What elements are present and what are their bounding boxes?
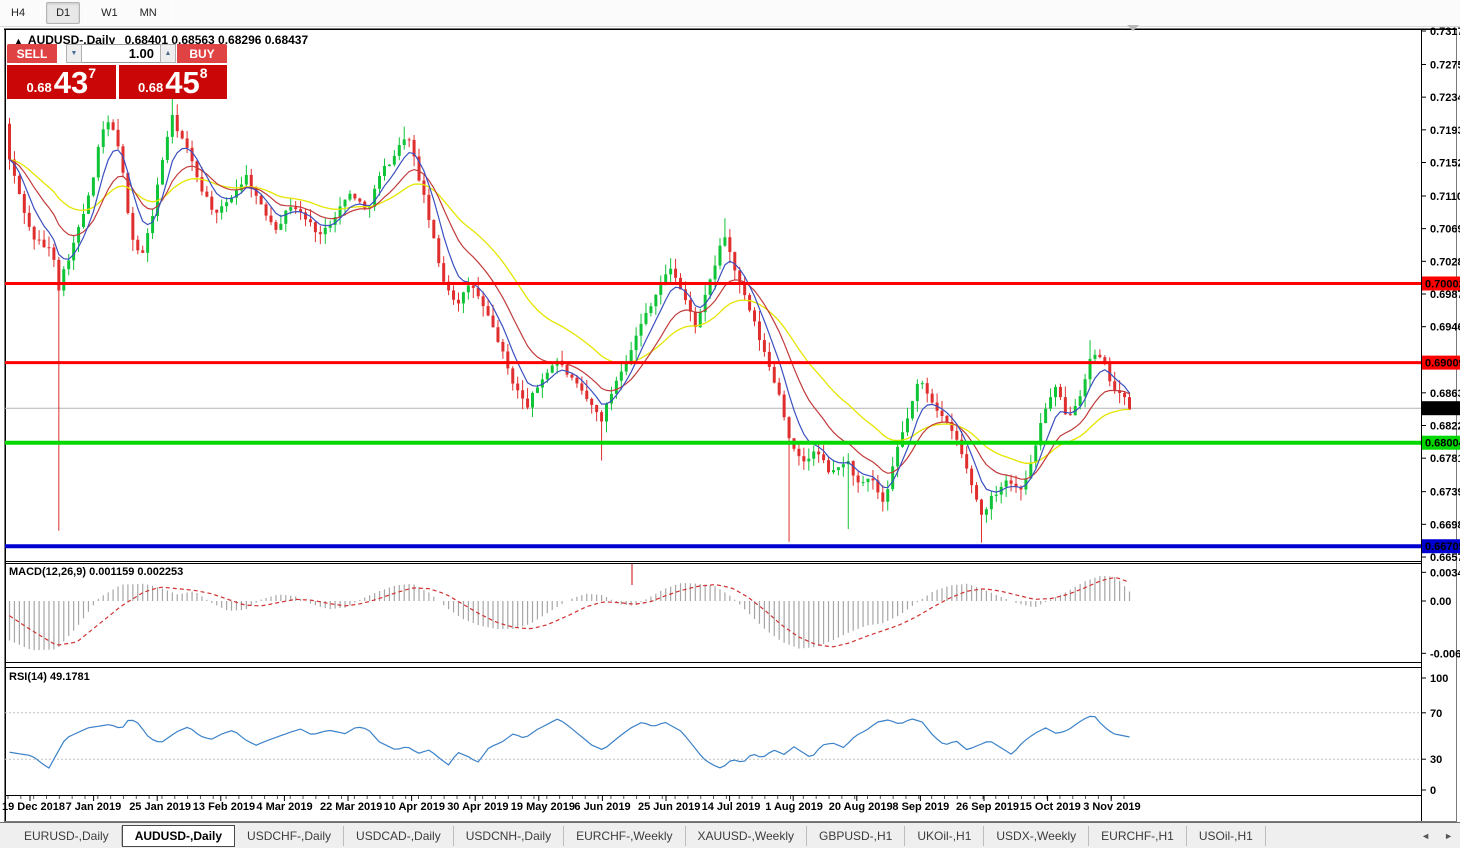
rsi-axis-label: 70 [1430, 708, 1442, 720]
date-axis-label: 3 Nov 2019 [1083, 801, 1140, 813]
volume-decrease-button[interactable]: ▼ [66, 44, 82, 63]
time-scale[interactable]: 19 Dec 20187 Jan 2019 25 Jan 201913 Feb 2… [2, 796, 1141, 813]
tab-scroll-left-button[interactable]: ◄ [1414, 829, 1437, 843]
tab-eurchf-h1[interactable]: EURCHF-,H1 [1089, 826, 1187, 846]
date-axis-label: 1 Aug 2019 [765, 801, 823, 813]
date-axis-label: 7 Jan 2019 [66, 801, 122, 813]
macd-label: MACD(12,26,9) 0.001159 0.002253 [9, 566, 183, 578]
macd-axis-label: 0.00 [1430, 596, 1451, 608]
volume-stepper: ▼ ▲ [66, 44, 176, 63]
tab-usdcad-daily[interactable]: USDCAD-,Daily [344, 826, 454, 846]
date-axis-label: 6 Jun 2019 [574, 801, 630, 813]
sell-price-prefix: 0.68 [26, 80, 51, 95]
date-axis-label: 30 Apr 2019 [447, 801, 508, 813]
date-axis-label: 15 Oct 2019 [1020, 801, 1081, 813]
sell-button[interactable]: SELL [7, 44, 57, 63]
date-axis-label: 26 Sep 2019 [956, 801, 1019, 813]
rsi-axis-label: 100 [1430, 673, 1448, 685]
sell-price-sup: 7 [88, 65, 96, 81]
date-axis-label: 14 Jul 2019 [702, 801, 761, 813]
tab-usdcnh-daily[interactable]: USDCNH-,Daily [454, 826, 564, 846]
tab-gbpusd-h1[interactable]: GBPUSD-,H1 [807, 826, 905, 846]
date-axis-label: 25 Jan 2019 [129, 801, 191, 813]
tab-usdchf-daily[interactable]: USDCHF-,Daily [235, 826, 344, 846]
mt4-window: H4D1W1MN 0.731700.727500.723400.719300.7… [0, 0, 1460, 848]
date-axis-label: 4 Mar 2019 [256, 801, 312, 813]
date-axis-label: 20 Aug 2019 [829, 801, 893, 813]
tab-usdx-weekly[interactable]: USDX-,Weekly [984, 826, 1089, 846]
sell-price-big: 43 [54, 69, 88, 97]
main-plot-area[interactable] [5, 30, 1421, 561]
tab-usoil-h1[interactable]: USOil-,H1 [1187, 826, 1266, 846]
rsi-plot-area[interactable] [5, 668, 1421, 794]
sell-price-button[interactable]: 0.68437 [7, 65, 116, 99]
rsi-axis-label: 0 [1430, 785, 1436, 797]
volume-increase-button[interactable]: ▲ [160, 44, 176, 63]
date-axis-label: 25 Jun 2019 [638, 801, 700, 813]
date-axis-label: 8 Sep 2019 [892, 801, 949, 813]
buy-price-sup: 8 [200, 65, 208, 81]
macd-axis-label: -0.00637 [1430, 648, 1460, 660]
chart-canvas[interactable]: 0.731700.727500.723400.719300.715200.711… [0, 0, 1460, 848]
one-click-trade-panel: SELL ▼ ▲ BUY 0.68437 0.68458 [7, 44, 227, 99]
macd-plot-area[interactable] [5, 564, 1421, 662]
chart-tab-bar: EURUSD-,DailyAUDUSD-,DailyUSDCHF-,DailyU… [0, 822, 1460, 848]
date-axis-label: 10 Apr 2019 [384, 801, 445, 813]
tab-audusd-daily[interactable]: AUDUSD-,Daily [122, 825, 235, 847]
tab-scroll-right-button[interactable]: ► [1437, 829, 1460, 843]
buy-price-button[interactable]: 0.68458 [119, 65, 228, 99]
buy-button[interactable]: BUY [177, 44, 227, 63]
rsi-axis-label: 30 [1430, 754, 1442, 766]
volume-input[interactable] [82, 44, 160, 63]
tab-xauusd-weekly[interactable]: XAUUSD-,Weekly [686, 826, 807, 846]
buy-price-big: 45 [165, 69, 199, 97]
date-axis-label: 13 Feb 2019 [193, 801, 255, 813]
date-axis-label: 19 May 2019 [511, 801, 575, 813]
macd-axis-label: 0.00349 [1430, 567, 1460, 579]
rsi-label: RSI(14) 49.1781 [9, 671, 90, 683]
date-axis-label: 19 Dec 2018 [2, 801, 65, 813]
tab-eurusd-daily[interactable]: EURUSD-,Daily [12, 826, 122, 846]
buy-price-prefix: 0.68 [138, 80, 163, 95]
tab-ukoil-h1[interactable]: UKOil-,H1 [905, 826, 984, 846]
tab-eurchf-weekly[interactable]: EURCHF-,Weekly [564, 826, 685, 846]
date-axis-label: 22 Mar 2019 [320, 801, 382, 813]
price-scale[interactable] [1422, 30, 1460, 561]
